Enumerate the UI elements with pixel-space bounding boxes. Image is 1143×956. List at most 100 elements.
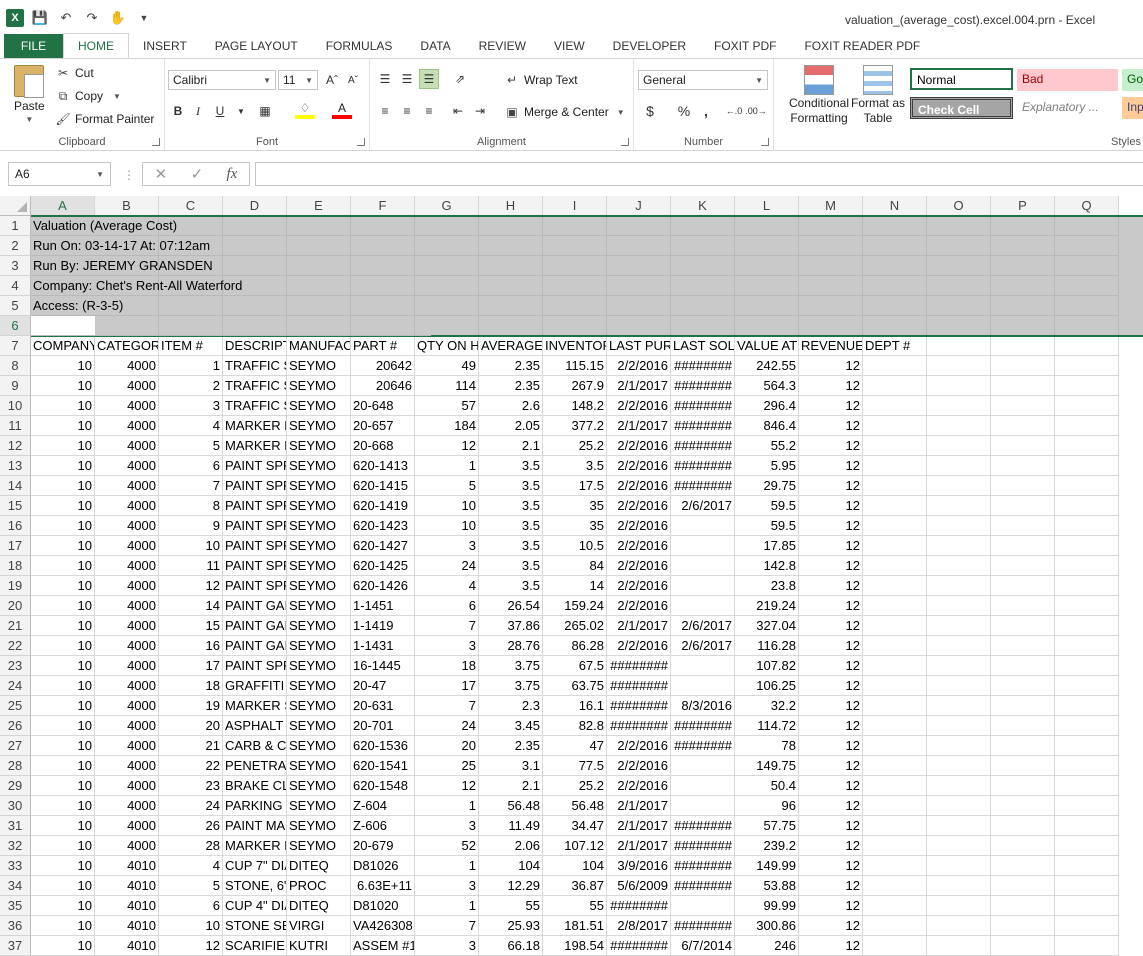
data-cell[interactable]: 564.3: [735, 376, 799, 396]
data-cell[interactable]: 149.99: [735, 856, 799, 876]
data-cell[interactable]: [927, 476, 991, 496]
row-header-14[interactable]: 14: [0, 476, 31, 496]
data-cell[interactable]: 10: [31, 556, 95, 576]
data-cell[interactable]: 55: [543, 896, 607, 916]
data-cell[interactable]: 114: [415, 376, 479, 396]
data-cell[interactable]: 181.51: [543, 916, 607, 936]
data-cell[interactable]: 2: [159, 376, 223, 396]
data-cell[interactable]: [863, 376, 927, 396]
data-cell[interactable]: 620-1536: [351, 736, 415, 756]
data-cell[interactable]: 2/2/2016: [607, 736, 671, 756]
row-header-6[interactable]: 6: [0, 316, 31, 336]
wrap-text-button[interactable]: ↵ Wrap Text: [504, 72, 578, 88]
data-cell[interactable]: 15: [159, 616, 223, 636]
data-cell[interactable]: 57.75: [735, 816, 799, 836]
cell[interactable]: [735, 236, 799, 256]
data-cell[interactable]: SEYMO: [287, 496, 351, 516]
cell[interactable]: [991, 296, 1055, 316]
dialog-launcher-icon[interactable]: [152, 138, 160, 146]
column-header-d[interactable]: D: [223, 196, 287, 216]
data-cell[interactable]: 12: [799, 656, 863, 676]
data-cell[interactable]: [863, 656, 927, 676]
data-cell[interactable]: [671, 896, 735, 916]
data-cell[interactable]: ########: [671, 436, 735, 456]
data-cell[interactable]: 5.95: [735, 456, 799, 476]
data-cell[interactable]: 4000: [95, 776, 159, 796]
data-cell[interactable]: 12: [799, 916, 863, 936]
increase-font-size-icon[interactable]: Aˆ: [322, 70, 342, 90]
data-cell[interactable]: 4000: [95, 756, 159, 776]
conditional-formatting-button[interactable]: Conditional Formatting: [780, 65, 858, 126]
style-explanatory[interactable]: Explanatory ...: [1017, 97, 1118, 119]
data-cell[interactable]: 300.86: [735, 916, 799, 936]
data-cell[interactable]: 2/1/2017: [607, 836, 671, 856]
data-cell[interactable]: 10: [31, 576, 95, 596]
data-cell[interactable]: 55: [479, 896, 543, 916]
decrease-indent-icon[interactable]: ⇤: [448, 101, 468, 121]
borders-icon[interactable]: ▦: [255, 101, 275, 121]
data-cell[interactable]: 10: [31, 496, 95, 516]
data-cell[interactable]: 149.75: [735, 756, 799, 776]
data-cell[interactable]: [863, 616, 927, 636]
data-cell[interactable]: 3: [415, 636, 479, 656]
data-cell[interactable]: DITEQ: [287, 856, 351, 876]
data-cell[interactable]: 10: [31, 636, 95, 656]
data-cell[interactable]: MARKER S: [223, 696, 287, 716]
row-header-20[interactable]: 20: [0, 596, 31, 616]
data-cell[interactable]: 84: [543, 556, 607, 576]
data-cell[interactable]: 12: [799, 816, 863, 836]
cell[interactable]: [607, 256, 671, 276]
report-header-cell[interactable]: Run On: 03-14-17 At: 07:12am: [31, 236, 431, 256]
tab-developer[interactable]: DEVELOPER: [599, 34, 700, 58]
data-cell[interactable]: 12: [799, 876, 863, 896]
data-cell[interactable]: [991, 556, 1055, 576]
cell[interactable]: [991, 316, 1055, 336]
data-cell[interactable]: [927, 436, 991, 456]
cell[interactable]: [671, 236, 735, 256]
data-cell[interactable]: 116.28: [735, 636, 799, 656]
worksheet-grid[interactable]: A B C D E F G H I J K L M N O P Q 1 2 3 4 5 6 7 8 9 10 11 12 13 14 15 16…: [0, 196, 1143, 956]
data-cell[interactable]: 10: [31, 916, 95, 936]
data-cell[interactable]: 114.72: [735, 716, 799, 736]
data-cell[interactable]: PAINT SPR: [223, 496, 287, 516]
data-cell[interactable]: [1055, 676, 1119, 696]
data-cell[interactable]: 4000: [95, 556, 159, 576]
data-cell[interactable]: 620-1423: [351, 516, 415, 536]
row-header-32[interactable]: 32: [0, 836, 31, 856]
data-cell[interactable]: 107.82: [735, 656, 799, 676]
data-cell[interactable]: 24: [159, 796, 223, 816]
data-cell[interactable]: 4000: [95, 376, 159, 396]
data-cell[interactable]: 3/9/2016: [607, 856, 671, 876]
row-header-11[interactable]: 11: [0, 416, 31, 436]
enter-icon[interactable]: ✓: [191, 165, 204, 183]
data-cell[interactable]: 14: [159, 596, 223, 616]
cell[interactable]: [479, 216, 543, 236]
data-cell[interactable]: SCARIFIER: [223, 936, 287, 956]
data-cell[interactable]: 2/6/2017: [671, 616, 735, 636]
data-cell[interactable]: 5: [159, 436, 223, 456]
data-cell[interactable]: [863, 536, 927, 556]
data-cell[interactable]: 12: [799, 896, 863, 916]
data-cell[interactable]: 4000: [95, 456, 159, 476]
data-cell[interactable]: 2/1/2017: [607, 416, 671, 436]
data-cell[interactable]: [991, 676, 1055, 696]
data-cell[interactable]: 8: [159, 496, 223, 516]
data-cell[interactable]: 3.5: [479, 496, 543, 516]
data-cell[interactable]: 4: [159, 416, 223, 436]
data-cell[interactable]: [1055, 596, 1119, 616]
data-cell[interactable]: 2/2/2016: [607, 556, 671, 576]
data-cell[interactable]: 12: [415, 436, 479, 456]
data-cell[interactable]: SEYMO: [287, 796, 351, 816]
cell[interactable]: [735, 316, 799, 336]
data-cell[interactable]: PARKING I: [223, 796, 287, 816]
data-cell[interactable]: SEYMO: [287, 416, 351, 436]
data-cell[interactable]: 20: [159, 716, 223, 736]
data-cell[interactable]: 10: [31, 476, 95, 496]
data-cell[interactable]: [927, 716, 991, 736]
data-cell[interactable]: [927, 676, 991, 696]
cell[interactable]: [863, 216, 927, 236]
data-cell[interactable]: 2/1/2017: [607, 816, 671, 836]
data-cell[interactable]: 10: [31, 596, 95, 616]
tab-home[interactable]: HOME: [63, 33, 129, 58]
align-right-icon[interactable]: ≡: [419, 101, 439, 121]
